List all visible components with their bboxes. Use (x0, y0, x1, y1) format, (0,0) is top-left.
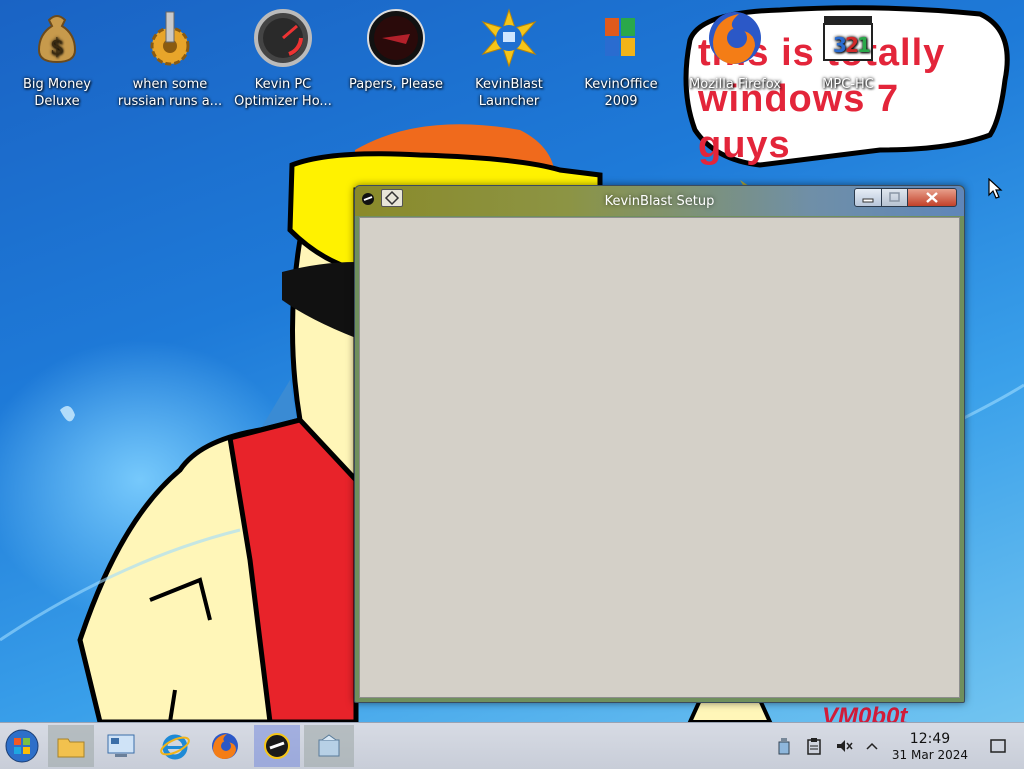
desktop-icon-russian-runs[interactable]: when some russian runs a... (115, 8, 225, 110)
show-desktop-icon (990, 739, 1006, 753)
clock-time: 12:49 (909, 731, 951, 747)
desktop-icon-label: MPC-HC (822, 77, 874, 92)
firefox-icon (705, 8, 765, 68)
svg-text:1: 1 (857, 33, 871, 57)
tray-volume-muted-icon[interactable] (832, 723, 856, 769)
control-panel-icon (107, 734, 135, 757)
internet-explorer-icon (160, 734, 190, 760)
desktop-icon-label: Kevin PC (254, 77, 312, 92)
wallpaper-signature: VM0b0t (822, 703, 908, 722)
taskbar-firefox[interactable] (204, 725, 246, 767)
desktop-icon-label: Mozilla Firefox (689, 77, 781, 92)
close-button[interactable] (907, 188, 957, 207)
minimize-button[interactable] (854, 188, 882, 207)
svg-text:$: $ (50, 35, 64, 60)
taskbar-clock[interactable]: 12:49 31 Mar 2024 (892, 731, 968, 763)
desktop-icon-label: KevinOffice (584, 77, 658, 92)
mpc-hc-icon: 321 (818, 8, 878, 68)
speedometer-icon (253, 8, 313, 68)
desktop-icon-label: 2009 (604, 94, 638, 109)
mouse-cursor-icon (988, 178, 1003, 199)
desktop-icon-label: Papers, Please (348, 77, 444, 92)
taskbar-file-explorer[interactable] (48, 725, 94, 767)
maximize-button[interactable] (881, 188, 908, 207)
kevinblast-setup-window[interactable]: KevinBlast Setup (354, 185, 965, 703)
taskbar-internet-explorer[interactable] (154, 725, 196, 767)
window-client-area (359, 217, 960, 698)
taskbar-kevinblast-setup[interactable] (254, 725, 300, 767)
desktop-icon-mpc-hc[interactable]: 321 MPC-HC (793, 8, 903, 93)
desktop-icon-papers-please[interactable]: Papers, Please (341, 8, 451, 93)
tray-show-hidden-icon[interactable] (860, 723, 884, 769)
desktop-icon-big-money-deluxe[interactable]: $ Big Money Deluxe (2, 8, 112, 110)
kevinblast-star-icon (479, 8, 539, 68)
clock-date: 31 Mar 2024 (891, 748, 968, 762)
gear-drill-icon (140, 8, 200, 68)
desktop-icon-label: when some (132, 77, 208, 92)
firefox-icon (212, 733, 238, 759)
tray-usb-icon[interactable] (772, 723, 796, 769)
maximize-icon (889, 192, 900, 202)
close-icon (926, 192, 938, 203)
desktop-icon-kevin-pc-optimizer[interactable]: Kevin PC Optimizer Ho... (228, 8, 338, 110)
minimize-icon (862, 198, 874, 203)
desktop-icon-mozilla-firefox[interactable]: Mozilla Firefox (680, 8, 790, 93)
office-logo-icon (591, 8, 651, 68)
desktop-icon-label: russian runs a... (117, 94, 223, 109)
desktop-icon-label: Optimizer Ho... (234, 94, 332, 109)
start-orb-icon (5, 729, 39, 763)
desktop-icon-kevinblast-launcher[interactable]: KevinBlast Launcher (454, 8, 564, 110)
taskbar-installer[interactable] (304, 725, 354, 767)
start-button[interactable] (0, 725, 44, 767)
installer-icon (318, 734, 340, 757)
money-bag-icon: $ (27, 8, 87, 68)
desktop-icon-label: Launcher (478, 94, 540, 109)
show-desktop-button[interactable] (986, 723, 1010, 769)
file-explorer-icon (57, 738, 85, 758)
taskbar-control-panel[interactable] (100, 725, 142, 767)
tray-clipboard-icon[interactable] (802, 723, 826, 769)
papers-please-icon (366, 8, 426, 68)
desktop-icon-label: Deluxe (34, 94, 80, 109)
desktop-icon-label: KevinBlast (475, 77, 543, 92)
desktop-icon-kevinoffice-2009[interactable]: KevinOffice 2009 (566, 8, 676, 110)
kevinblast-launcher-icon (264, 733, 290, 759)
desktop: this is totally windows 7 guys VM0b0t $ … (0, 0, 1024, 722)
desktop-icon-label: Big Money (22, 77, 91, 92)
window-titlebar[interactable]: KevinBlast Setup (355, 186, 964, 216)
taskbar: 12:49 31 Mar 2024 (0, 722, 1024, 769)
